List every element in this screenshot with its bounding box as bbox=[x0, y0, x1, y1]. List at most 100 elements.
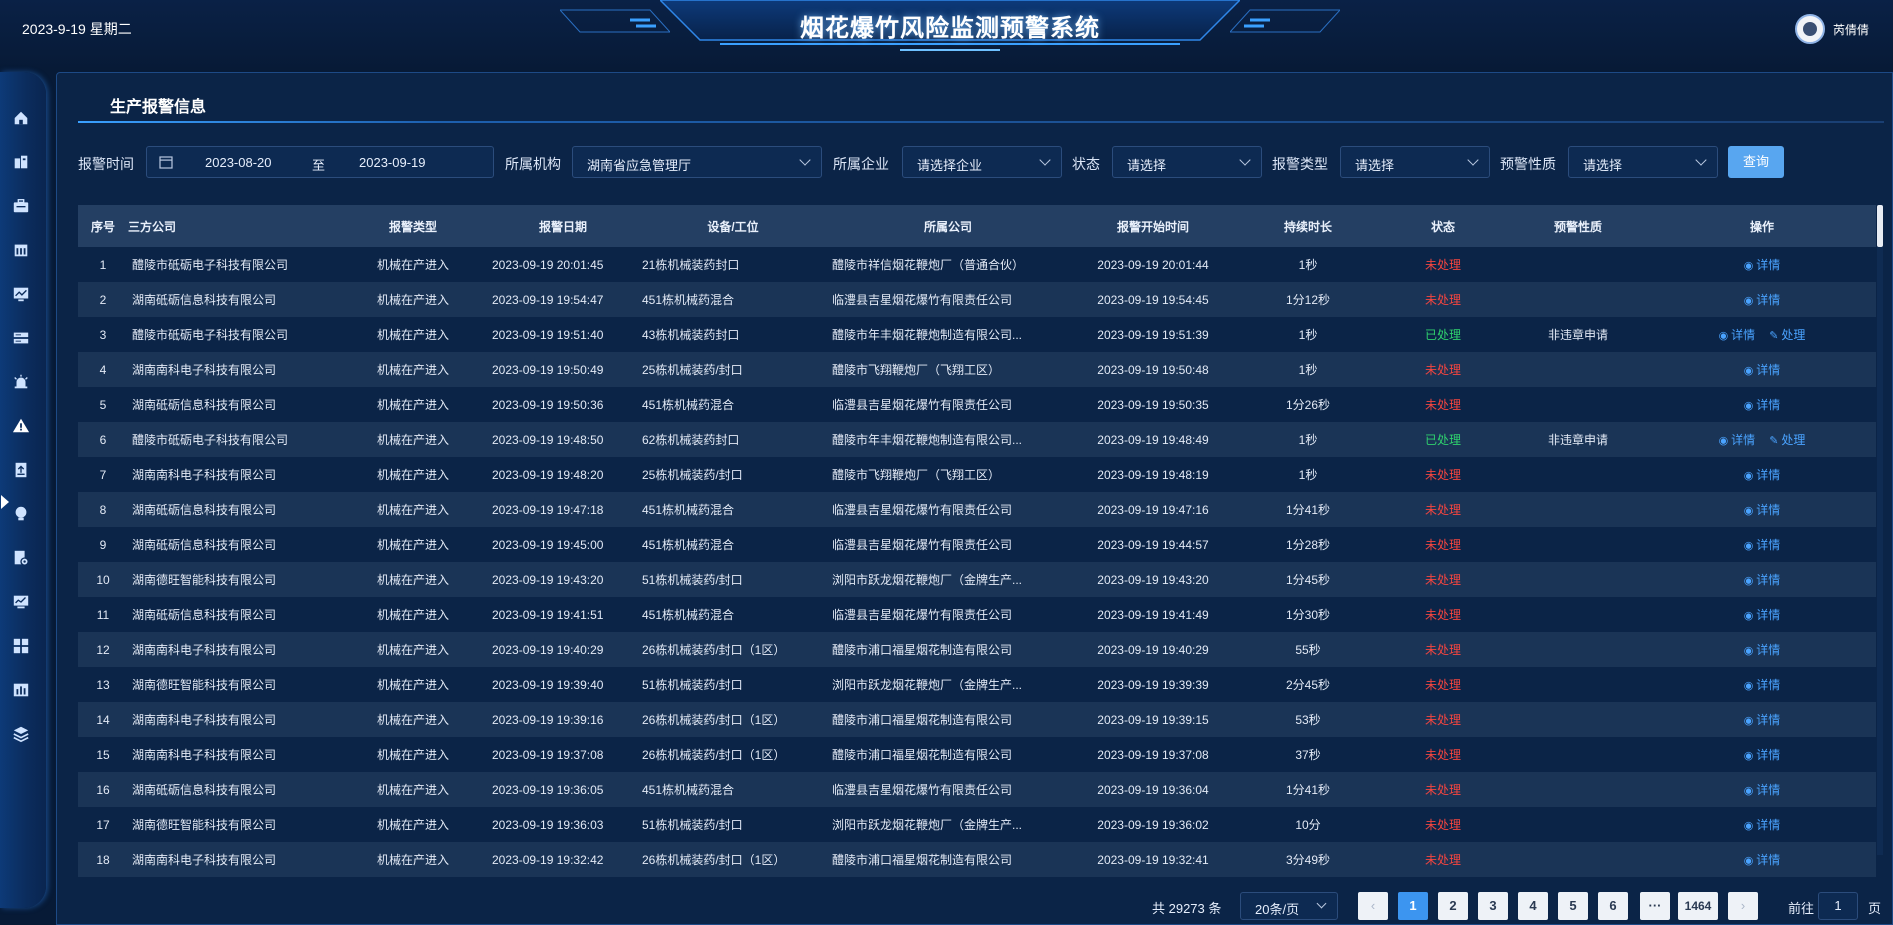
detail-link[interactable]: ◉ 详情 bbox=[1744, 713, 1781, 727]
page-word: 页 bbox=[1868, 901, 1882, 916]
table-row[interactable]: 11 湖南砥砺信息科技有限公司 机械在产进入 2023-09-19 19:41:51 4… bbox=[78, 597, 1876, 632]
table-row[interactable]: 13 湖南德旺智能科技有限公司 机械在产进入 2023-09-19 19:39:40 5… bbox=[78, 667, 1876, 702]
table-row[interactable]: 2 湖南砥砺信息科技有限公司 机械在产进入 2023-09-19 19:54:47 45… bbox=[78, 282, 1876, 317]
page-button[interactable]: 6 bbox=[1598, 892, 1628, 920]
detail-link[interactable]: ◉ 详情 bbox=[1744, 608, 1781, 622]
detail-link[interactable]: ◉ 详情 bbox=[1744, 258, 1781, 272]
detail-link[interactable]: ◉ 详情 bbox=[1744, 748, 1781, 762]
cell-start: 2023-09-19 19:48:49 bbox=[1097, 432, 1209, 447]
page-button[interactable]: 3 bbox=[1478, 892, 1508, 920]
dashboard-icon[interactable] bbox=[11, 592, 31, 612]
table-row[interactable]: 12 湖南南科电子科技有限公司 机械在产进入 2023-09-19 19:40:29 2… bbox=[78, 632, 1876, 667]
detail-link-label: 详情 bbox=[1756, 853, 1781, 867]
cell-nature bbox=[1508, 667, 1648, 702]
next-page-button[interactable]: › bbox=[1728, 892, 1758, 920]
page-button[interactable]: 1 bbox=[1398, 892, 1428, 920]
cell-status: 未处理 bbox=[1424, 643, 1461, 657]
cell-vendor: 醴陵市砥砺电子科技有限公司 bbox=[132, 433, 289, 447]
page-button[interactable]: 4 bbox=[1518, 892, 1548, 920]
detail-link[interactable]: ◉ 详情 bbox=[1744, 503, 1781, 517]
detail-link[interactable]: ◉ 详情 bbox=[1719, 328, 1756, 342]
table-row[interactable]: 8 湖南砥砺信息科技有限公司 机械在产进入 2023-09-19 19:47:18 45… bbox=[78, 492, 1876, 527]
page-button[interactable]: 5 bbox=[1558, 892, 1588, 920]
building-icon[interactable] bbox=[11, 152, 31, 172]
cell-type: 机械在产进入 bbox=[376, 433, 449, 447]
table-row[interactable]: 10 湖南德旺智能科技有限公司 机械在产进入 2023-09-19 19:43:20 5… bbox=[78, 562, 1876, 597]
grid-icon[interactable] bbox=[11, 636, 31, 656]
detail-link[interactable]: ◉ 详情 bbox=[1744, 363, 1781, 377]
file-settings-icon[interactable] bbox=[11, 548, 31, 568]
eye-icon: ◉ bbox=[1743, 470, 1754, 482]
detail-link[interactable]: ◉ 详情 bbox=[1744, 783, 1781, 797]
warning-icon[interactable] bbox=[11, 416, 31, 436]
date-end[interactable]: 2023-09-19 bbox=[359, 155, 426, 170]
table-row[interactable]: 5 湖南砥砺信息科技有限公司 机械在产进入 2023-09-19 19:50:36 45… bbox=[78, 387, 1876, 422]
date-separator: 至 bbox=[312, 158, 326, 173]
detail-link[interactable]: ◉ 详情 bbox=[1744, 678, 1781, 692]
table-scrollbar[interactable] bbox=[1877, 205, 1883, 855]
process-link[interactable]: ✎ 处理 bbox=[1769, 328, 1805, 342]
table-row[interactable]: 18 湖南南科电子科技有限公司 机械在产进入 2023-09-19 19:32:42 2… bbox=[78, 842, 1876, 877]
table-row[interactable]: 17 湖南德旺智能科技有限公司 机械在产进入 2023-09-19 19:36:03 5… bbox=[78, 807, 1876, 842]
table-row[interactable]: 14 湖南南科电子科技有限公司 机械在产进入 2023-09-19 19:39:16 2… bbox=[78, 702, 1876, 737]
calendar-icon[interactable] bbox=[11, 240, 31, 260]
page-size-select[interactable]: 20条/页 bbox=[1240, 892, 1338, 920]
detail-link[interactable]: ◉ 详情 bbox=[1744, 468, 1781, 482]
status-select[interactable]: 请选择 bbox=[1112, 146, 1262, 178]
cell-no: 2 bbox=[99, 292, 107, 307]
monitor-icon[interactable] bbox=[11, 284, 31, 304]
table-row[interactable]: 9 湖南砥砺信息科技有限公司 机械在产进入 2023-09-19 19:45:00 45… bbox=[78, 527, 1876, 562]
cell-type: 机械在产进入 bbox=[376, 363, 449, 377]
org-select[interactable]: 湖南省应急管理厅 bbox=[572, 146, 822, 178]
detail-link[interactable]: ◉ 详情 bbox=[1744, 853, 1781, 867]
cell-vendor: 湖南砥砺信息科技有限公司 bbox=[132, 293, 277, 307]
last-page-button[interactable]: 1464 bbox=[1678, 892, 1718, 920]
cell-duration: 1秒 bbox=[1298, 363, 1318, 377]
server-icon[interactable] bbox=[11, 328, 31, 348]
process-link[interactable]: ✎ 处理 bbox=[1769, 433, 1805, 447]
briefcase-icon[interactable] bbox=[11, 196, 31, 216]
cell-start: 2023-09-19 19:36:04 bbox=[1097, 782, 1209, 797]
table-row[interactable]: 3 醴陵市砥砺电子科技有限公司 机械在产进入 2023-09-19 19:51:40 4… bbox=[78, 317, 1876, 352]
top-header: 2023-9-19 星期二 烟花爆竹风险监测预警系统 芮倩倩 bbox=[0, 0, 1893, 70]
bar-chart-icon[interactable] bbox=[11, 680, 31, 700]
date-range-picker[interactable]: 2023-08-20 至 2023-09-19 bbox=[146, 146, 494, 178]
goto-page-input[interactable]: 1 bbox=[1818, 892, 1858, 920]
document-upload-icon[interactable] bbox=[11, 460, 31, 480]
more-pages-button[interactable]: ··· bbox=[1640, 892, 1670, 920]
prev-page-button[interactable]: ‹ bbox=[1358, 892, 1388, 920]
lightbulb-icon[interactable] bbox=[11, 504, 31, 524]
company-select[interactable]: 请选择企业 bbox=[902, 146, 1062, 178]
table-row[interactable]: 4 湖南南科电子科技有限公司 机械在产进入 2023-09-19 19:50:49 25… bbox=[78, 352, 1876, 387]
home-icon[interactable] bbox=[11, 108, 31, 128]
table-row[interactable]: 16 湖南砥砺信息科技有限公司 机械在产进入 2023-09-19 19:36:05 4… bbox=[78, 772, 1876, 807]
layers-icon[interactable] bbox=[11, 724, 31, 744]
alarm-type-select[interactable]: 请选择 bbox=[1340, 146, 1490, 178]
alarm-light-icon[interactable] bbox=[11, 372, 31, 392]
detail-link[interactable]: ◉ 详情 bbox=[1744, 643, 1781, 657]
detail-link[interactable]: ◉ 详情 bbox=[1744, 293, 1781, 307]
table-row[interactable]: 7 湖南南科电子科技有限公司 机械在产进入 2023-09-19 19:48:20 25… bbox=[78, 457, 1876, 492]
table-row[interactable]: 15 湖南南科电子科技有限公司 机械在产进入 2023-09-19 19:37:08 2… bbox=[78, 737, 1876, 772]
scrollbar-thumb[interactable] bbox=[1877, 205, 1883, 247]
avatar[interactable] bbox=[1794, 14, 1825, 44]
table-row[interactable]: 1 醴陵市砥砺电子科技有限公司 机械在产进入 2023-09-19 20:01:45 2… bbox=[78, 247, 1876, 282]
cell-vendor: 湖南德旺智能科技有限公司 bbox=[132, 678, 277, 692]
cell-vendor: 湖南砥砺信息科技有限公司 bbox=[132, 783, 277, 797]
column-header: 设备/工位 bbox=[707, 219, 759, 234]
cell-actions: ◉ 详情 ✎ 处理 bbox=[1648, 422, 1876, 457]
detail-link[interactable]: ◉ 详情 bbox=[1744, 818, 1781, 832]
table-row[interactable]: 6 醴陵市砥砺电子科技有限公司 机械在产进入 2023-09-19 19:48:50 6… bbox=[78, 422, 1876, 457]
warning-nature-select[interactable]: 请选择 bbox=[1568, 146, 1718, 178]
user-menu[interactable]: 芮倩倩 bbox=[1794, 14, 1869, 44]
cell-vendor: 湖南砥砺信息科技有限公司 bbox=[132, 538, 277, 552]
cell-company: 醴陵市浦口福星烟花制造有限公司 bbox=[832, 853, 1013, 867]
query-button[interactable]: 查询 bbox=[1728, 146, 1784, 178]
page-button[interactable]: 2 bbox=[1438, 892, 1468, 920]
detail-link[interactable]: ◉ 详情 bbox=[1744, 398, 1781, 412]
detail-link[interactable]: ◉ 详情 bbox=[1744, 538, 1781, 552]
detail-link[interactable]: ◉ 详情 bbox=[1719, 433, 1756, 447]
detail-link[interactable]: ◉ 详情 bbox=[1744, 573, 1781, 587]
date-start[interactable]: 2023-08-20 bbox=[205, 155, 272, 170]
cell-duration: 55秒 bbox=[1295, 643, 1321, 657]
